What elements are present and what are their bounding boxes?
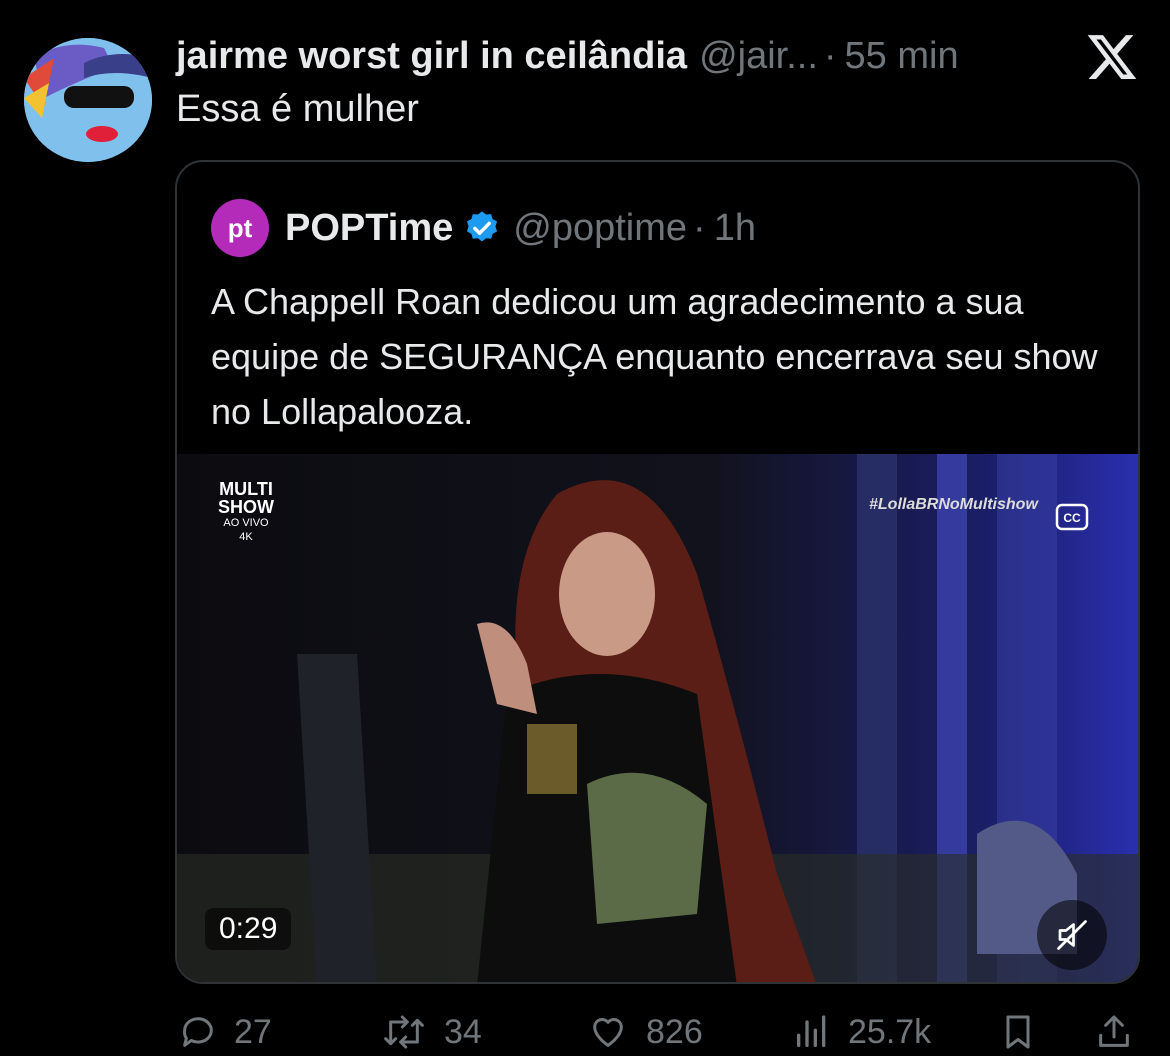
tweet-header: jairme worst girl in ceilândia @jair... … [176,30,1056,82]
share-icon[interactable] [1094,1012,1134,1052]
like-icon [593,1018,623,1047]
quoted-header-separator: · [693,206,706,249]
quoted-author-handle[interactable]: @poptime [513,207,687,250]
video-hashtag: #LollaBRNoMultishow [869,496,1038,513]
reply-button[interactable]: 27 [176,1012,272,1052]
quoted-tweet-header: pt POPTime @poptime · 1h [211,199,756,257]
author-display-name[interactable]: jairme worst girl in ceilândia [176,35,687,78]
avatar-image [24,38,152,162]
like-button[interactable]: 826 [584,1012,703,1052]
mute-icon [1057,920,1087,950]
views-button[interactable]: 25.7k [790,1012,931,1052]
broadcaster-quality: 4K [239,531,253,543]
views-icon [797,1015,826,1047]
quoted-tweet-timestamp[interactable]: 1h [714,207,756,250]
reply-icon [183,1017,213,1047]
broadcaster-logo: MULTI SHOW AO VIVO 4K [211,480,281,544]
broadcaster-line2: SHOW [218,497,274,517]
repost-icon [384,1015,424,1049]
bookmark-icon[interactable] [998,1012,1038,1052]
repost-count: 34 [444,1012,482,1051]
tweet-text: Essa é mulher [176,88,419,130]
video-player[interactable]: MULTI SHOW AO VIVO 4K #LollaBRNoMultisho… [177,454,1138,982]
reply-count: 27 [234,1012,272,1051]
svg-text:CC: CC [1063,511,1081,525]
tweet-timestamp[interactable]: 55 min [845,35,959,78]
like-count: 826 [646,1012,703,1051]
x-logo-icon[interactable] [1084,30,1140,84]
mute-button[interactable] [1037,900,1107,970]
author-handle[interactable]: @jair... [699,35,818,78]
user-avatar[interactable] [24,38,152,162]
video-frame [177,454,1138,982]
tweet-actions: 27 34 826 25.7k [176,1008,1136,1056]
broadcaster-live: AO VIVO [223,517,269,529]
views-count: 25.7k [848,1012,932,1051]
video-duration: 0:29 [205,908,292,950]
quoted-author-display-name[interactable]: POPTime [285,207,453,250]
header-separator: · [823,34,837,77]
closed-captions-icon[interactable]: CC [1055,502,1089,532]
quoted-tweet-card[interactable]: pt POPTime @poptime · 1h A Chappell Roan… [175,160,1140,984]
quoted-tweet-text: A Chappell Roan dedicou um agradecimento… [211,281,1098,432]
verified-badge-icon [467,211,498,242]
repost-button[interactable]: 34 [378,1012,482,1052]
broadcaster-line1: MULTI [219,479,273,499]
quoted-author-avatar[interactable]: pt [211,199,269,257]
